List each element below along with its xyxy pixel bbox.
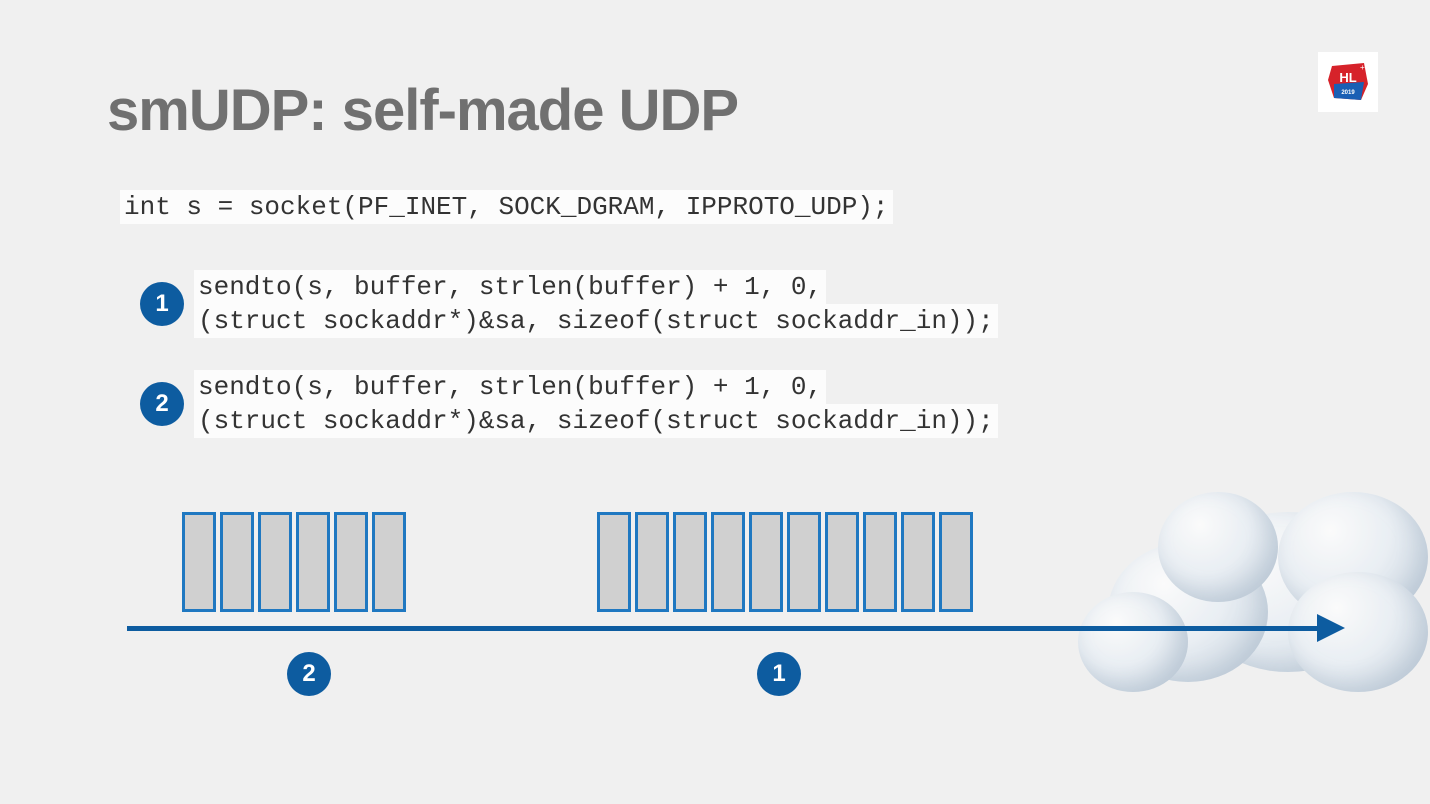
svg-text:HL: HL [1339,70,1356,85]
bullet-circle-2: 2 [140,382,184,426]
packet-group-2 [182,512,406,612]
bullet-circle-1: 1 [140,282,184,326]
timeline-arrow-line [127,626,1322,631]
packet-rect [939,512,973,612]
diagram-label-2: 2 [287,652,331,696]
conference-logo: HL 2019 ++ [1318,52,1378,112]
packet-rect [863,512,897,612]
packet-rect [258,512,292,612]
packet-rect [296,512,330,612]
packet-rect [635,512,669,612]
timeline-diagram: 2 1 [127,502,1347,742]
packet-rect [372,512,406,612]
packet-rect [597,512,631,612]
packet-rect [787,512,821,612]
packet-rect [825,512,859,612]
packet-rect [901,512,935,612]
packet-rect [673,512,707,612]
packet-rect [749,512,783,612]
code-sendto-1-line1: sendto(s, buffer, strlen(buffer) + 1, 0, [194,270,826,304]
timeline-arrow-head-icon [1317,614,1345,642]
packet-group-1 [597,512,973,612]
code-sendto-2-line1: sendto(s, buffer, strlen(buffer) + 1, 0, [194,370,826,404]
code-sendto-1-line2: (struct sockaddr*)&sa, sizeof(struct soc… [194,304,998,338]
slide: smUDP: self-made UDP HL 2019 ++ int s = … [12,12,1418,792]
packet-rect [711,512,745,612]
packet-rect [182,512,216,612]
svg-text:++: ++ [1360,63,1370,72]
packet-rect [334,512,368,612]
code-socket-line: int s = socket(PF_INET, SOCK_DGRAM, IPPR… [120,190,893,224]
diagram-label-1: 1 [757,652,801,696]
hl-logo-icon: HL 2019 ++ [1326,60,1370,104]
packet-rect [220,512,254,612]
slide-title: smUDP: self-made UDP [107,77,738,144]
svg-text:2019: 2019 [1341,90,1355,96]
code-sendto-2-line2: (struct sockaddr*)&sa, sizeof(struct soc… [194,404,998,438]
